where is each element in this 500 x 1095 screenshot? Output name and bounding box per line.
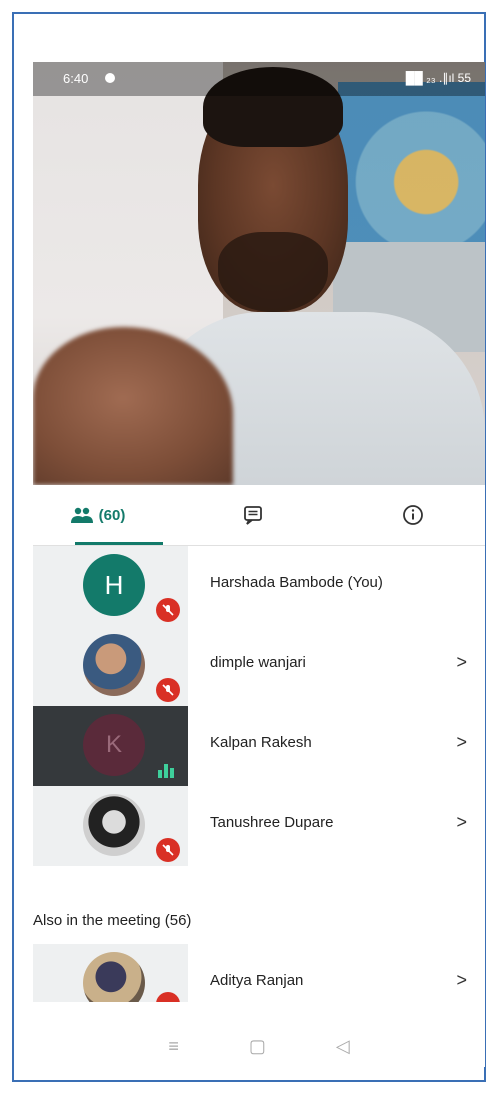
tab-bar: (60) bbox=[33, 485, 485, 546]
participant-thumbnail bbox=[33, 786, 188, 866]
participant-name: Aditya Ranjan bbox=[210, 972, 304, 989]
participant-thumbnail bbox=[33, 626, 188, 706]
avatar: K bbox=[83, 714, 145, 776]
chat-icon bbox=[244, 506, 262, 525]
participant-thumbnail: K bbox=[33, 706, 188, 786]
back-icon[interactable]: ◁ bbox=[336, 1036, 350, 1057]
notification-icon bbox=[105, 73, 115, 83]
active-tab-indicator bbox=[75, 542, 163, 545]
info-icon bbox=[403, 505, 423, 525]
phone-screen: 6:40 ██ ₂₃ .∥ıl 55 (60) H Harshada Bambo… bbox=[33, 62, 485, 1067]
chevron-right-icon[interactable]: > bbox=[456, 732, 467, 753]
participant-name: Tanushree Dupare bbox=[210, 814, 334, 831]
participant-thumbnail bbox=[33, 944, 188, 1002]
participant-name: Harshada Bambode (You) bbox=[210, 574, 383, 591]
participant-name: Kalpan Rakesh bbox=[210, 734, 312, 751]
avatar: H bbox=[83, 554, 145, 616]
chevron-right-icon[interactable]: > bbox=[456, 652, 467, 673]
people-icon bbox=[70, 507, 93, 523]
avatar bbox=[83, 952, 145, 1002]
participant-row[interactable]: Aditya Ranjan > bbox=[33, 944, 485, 1002]
chevron-right-icon[interactable]: > bbox=[456, 812, 467, 833]
avatar-initial: K bbox=[105, 731, 122, 758]
speaking-indicator-icon bbox=[158, 762, 184, 778]
chevron-right-icon[interactable]: > bbox=[456, 970, 467, 991]
status-bar: 6:40 ██ ₂₃ .∥ıl 55 bbox=[33, 62, 485, 96]
tab-info[interactable] bbox=[383, 485, 443, 545]
participant-row[interactable]: K Kalpan Rakesh > bbox=[33, 706, 485, 786]
people-count: (60) bbox=[98, 506, 126, 524]
avatar-initial: H bbox=[104, 569, 124, 600]
also-in-meeting-heading: Also in the meeting (56) bbox=[33, 912, 192, 929]
participant-row[interactable]: Tanushree Dupare > bbox=[33, 786, 485, 866]
participant-row[interactable]: dimple wanjari > bbox=[33, 626, 485, 706]
mic-off-icon bbox=[156, 598, 180, 622]
mic-off-icon bbox=[156, 838, 180, 862]
avatar bbox=[83, 794, 145, 856]
mic-off-icon bbox=[156, 678, 180, 702]
tab-chat[interactable] bbox=[223, 485, 283, 545]
participant-thumbnail: H bbox=[33, 546, 188, 626]
video-person-beard bbox=[218, 232, 328, 312]
status-indicators: ██ ₂₃ .∥ıl 55 bbox=[405, 71, 471, 85]
avatar bbox=[83, 634, 145, 696]
tab-people[interactable]: (60) bbox=[53, 485, 163, 545]
participant-row[interactable]: H Harshada Bambode (You) bbox=[33, 546, 485, 626]
home-icon[interactable]: ▢ bbox=[249, 1036, 266, 1057]
menu-icon[interactable]: ≡ bbox=[168, 1036, 179, 1057]
participant-name: dimple wanjari bbox=[210, 654, 306, 671]
system-nav-bar: ≡ ▢ ◁ bbox=[33, 1025, 485, 1067]
mic-off-icon bbox=[156, 992, 180, 1002]
status-time: 6:40 bbox=[63, 71, 89, 86]
main-video[interactable]: 6:40 ██ ₂₃ .∥ıl 55 bbox=[33, 62, 485, 485]
